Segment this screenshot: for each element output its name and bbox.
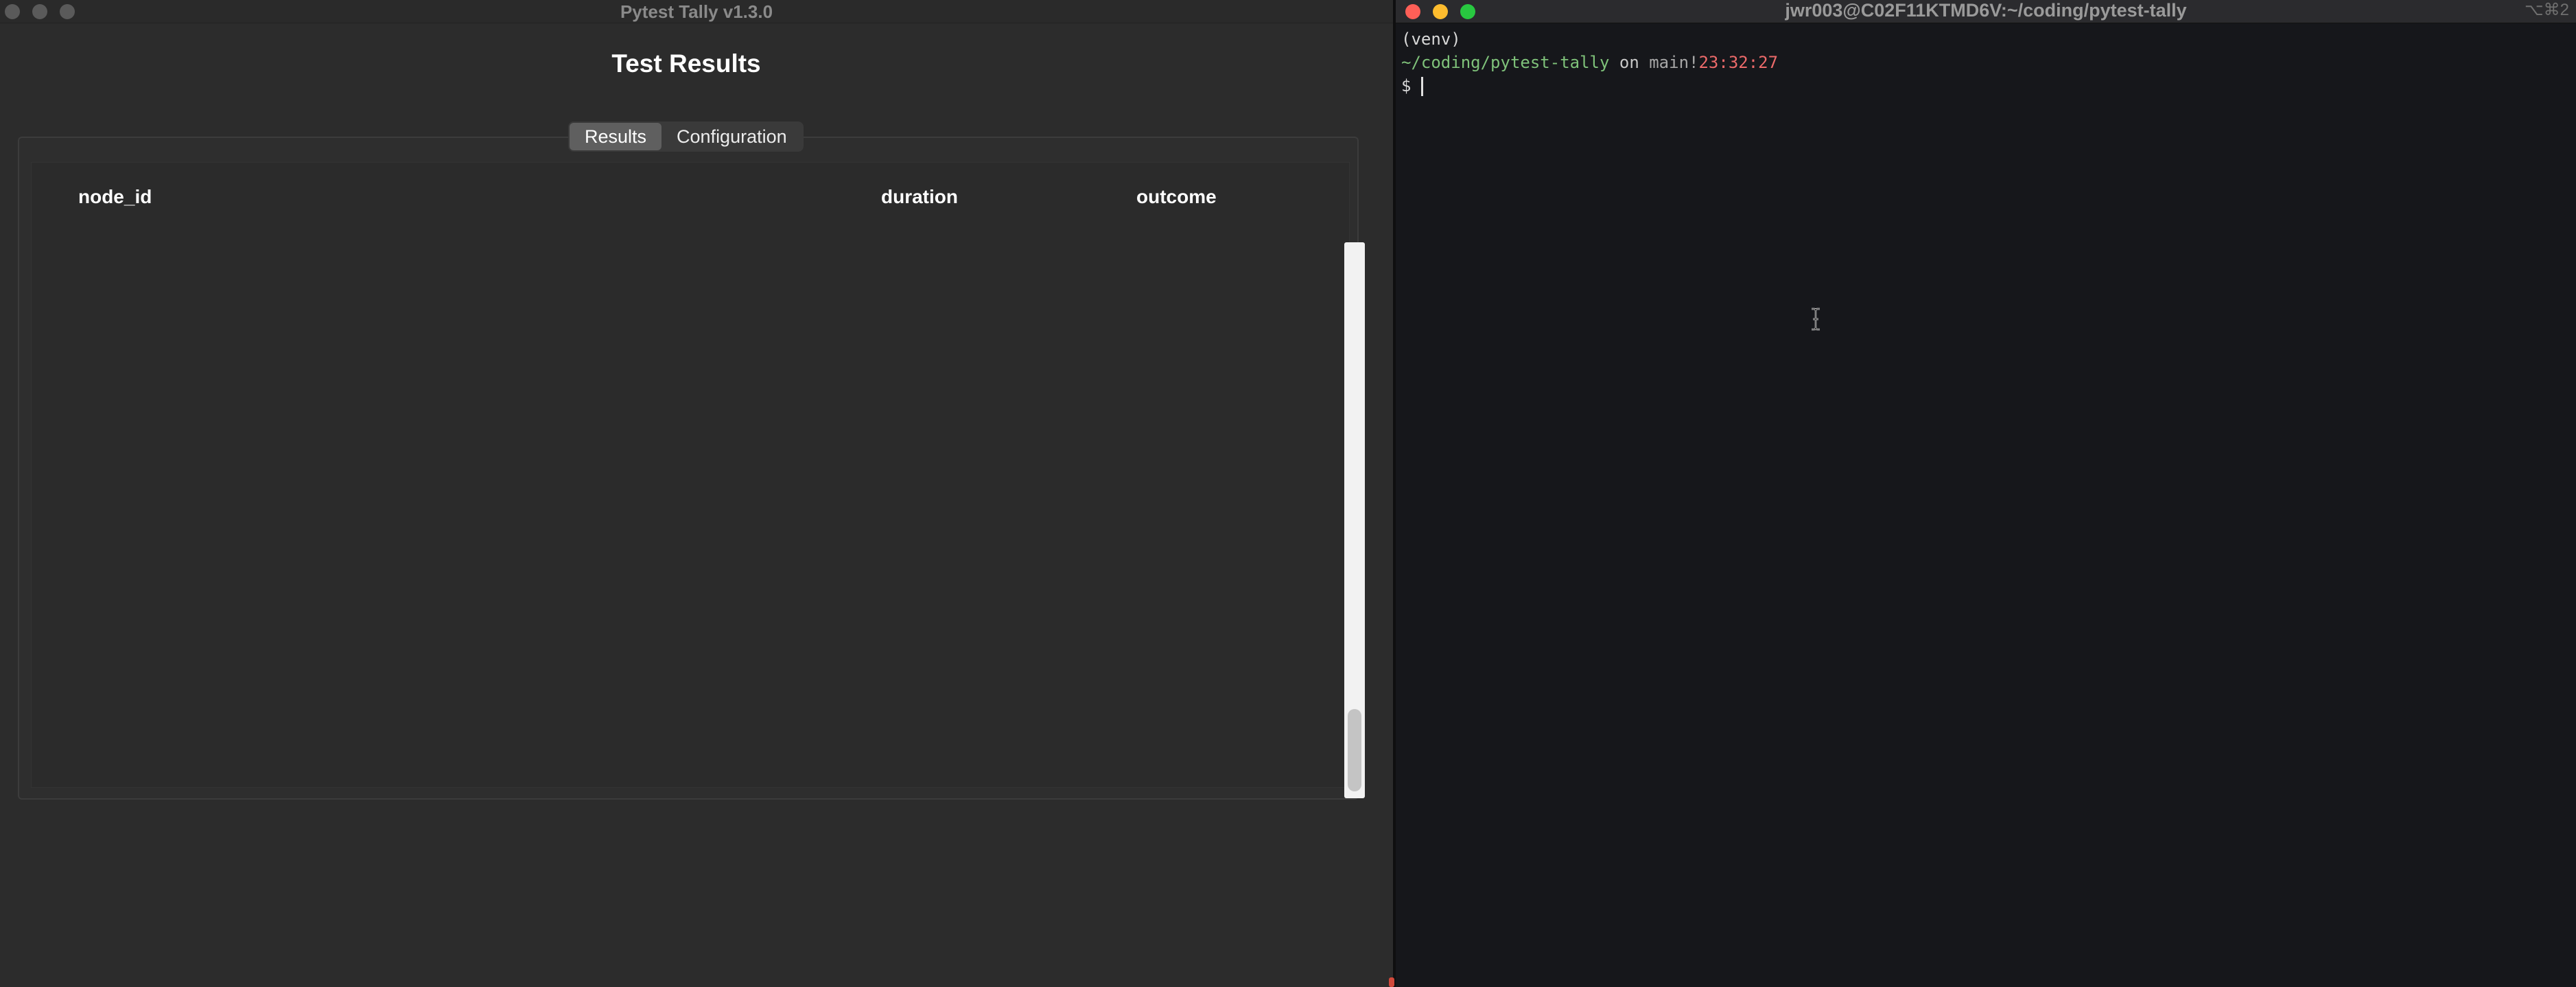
pytest-tally-window: Pytest Tally v1.3.0 Test Results node_id… <box>0 0 1393 987</box>
resize-marker <box>1389 977 1394 987</box>
terminal-title: jwr003@C02F11KTMD6V:~/coding/pytest-tall… <box>1785 0 2187 21</box>
tab-bar: Results Configuration <box>568 121 804 152</box>
scrollbar-thumb[interactable] <box>1348 709 1361 791</box>
text-cursor <box>1420 77 1423 96</box>
terminal-output[interactable]: (venv) ~/coding/pytest-tally on main!23:… <box>1396 27 2576 987</box>
prompt-info-line: ~/coding/pytest-tally on main!23:32:27 <box>1401 51 2576 74</box>
git-branch: main! <box>1649 53 1699 72</box>
tab-results[interactable]: Results <box>570 123 662 150</box>
column-header-duration[interactable]: duration <box>881 186 958 208</box>
column-header-node-id[interactable]: node_id <box>78 186 152 208</box>
vertical-scrollbar[interactable] <box>1344 242 1365 798</box>
tab-configuration[interactable]: Configuration <box>661 123 802 150</box>
venv-line: (venv) <box>1401 27 2576 51</box>
results-table: node_id duration outcome <box>31 162 1365 798</box>
prompt-time: 23:32:27 <box>1698 53 1779 72</box>
prompt-symbol: $ <box>1401 76 1421 95</box>
terminal-window[interactable]: jwr003@C02F11KTMD6V:~/coding/pytest-tall… <box>1396 0 2576 987</box>
terminal-titlebar[interactable]: jwr003@C02F11KTMD6V:~/coding/pytest-tall… <box>1396 0 2576 23</box>
tab-panel: node_id duration outcome <box>18 137 1365 800</box>
page-title: Test Results <box>611 49 761 78</box>
on-text: on <box>1609 53 1650 72</box>
tally-titlebar[interactable]: Pytest Tally v1.3.0 <box>0 0 1393 23</box>
window-shortcut-label: ⌥⌘2 <box>2524 1 2569 19</box>
command-line[interactable]: $ <box>1401 74 2576 97</box>
window-title: Pytest Tally v1.3.0 <box>620 1 773 22</box>
cwd-path: ~/coding/pytest-tally <box>1401 53 1610 72</box>
ibeam-cursor-icon <box>1812 307 1820 331</box>
column-header-outcome[interactable]: outcome <box>1136 186 1217 208</box>
venv-indicator: (venv) <box>1401 30 1461 49</box>
